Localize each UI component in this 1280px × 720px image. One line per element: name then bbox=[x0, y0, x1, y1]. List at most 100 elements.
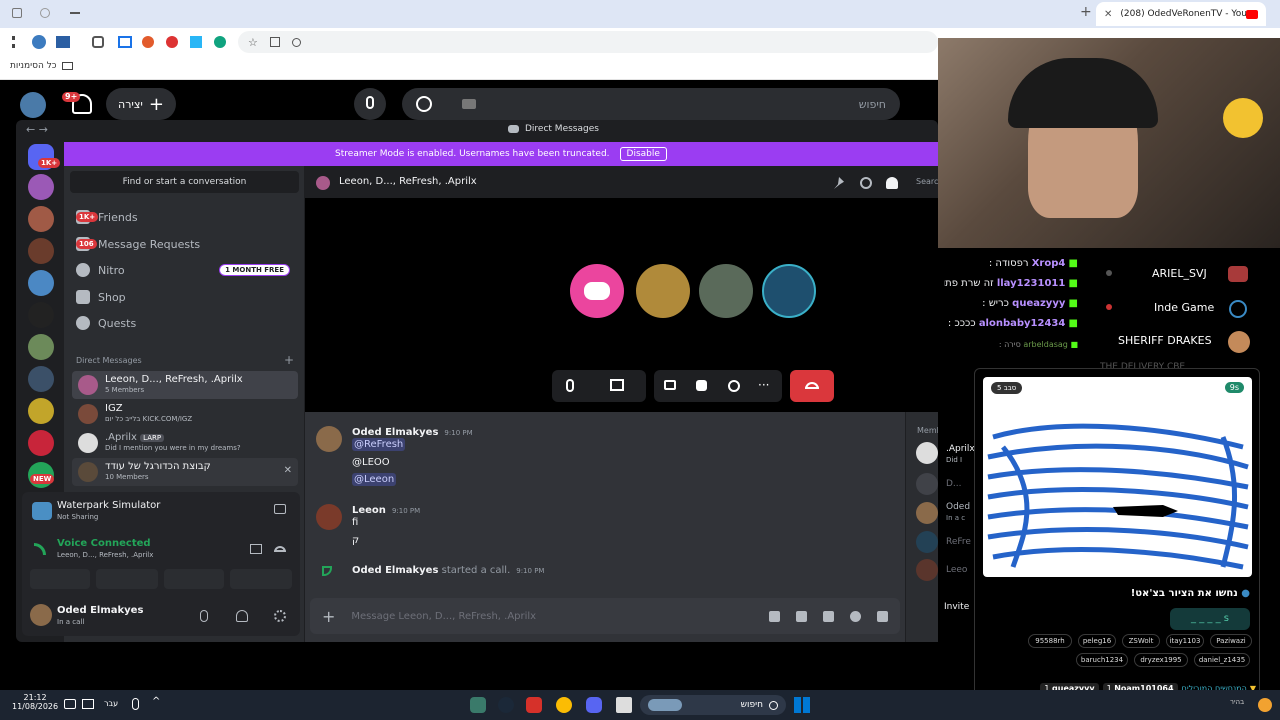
message-avatar[interactable] bbox=[316, 426, 342, 452]
share-screen-button[interactable] bbox=[96, 569, 158, 589]
guild-icon[interactable] bbox=[28, 334, 54, 360]
gift-icon[interactable] bbox=[769, 610, 780, 622]
mention[interactable]: @ReFresh bbox=[352, 438, 406, 451]
soundboard-icon[interactable] bbox=[728, 380, 740, 392]
member-avatar[interactable] bbox=[916, 442, 938, 464]
participant-avatar[interactable] bbox=[636, 264, 690, 318]
member-avatar[interactable] bbox=[916, 473, 938, 495]
minimize-icon[interactable] bbox=[70, 12, 80, 14]
screen-share-icon[interactable] bbox=[274, 504, 286, 514]
participant-avatar[interactable] bbox=[570, 264, 624, 318]
member-name[interactable]: ReFre bbox=[946, 537, 974, 547]
keyboard-icon[interactable] bbox=[462, 99, 476, 109]
language-indicator[interactable]: עבר bbox=[104, 699, 118, 708]
member-name[interactable]: Leeo bbox=[946, 565, 974, 575]
nav-shop[interactable]: Shop bbox=[76, 285, 296, 309]
new-tab-icon[interactable]: + bbox=[1080, 4, 1092, 20]
guild-icon[interactable] bbox=[28, 206, 54, 232]
settings-gear-icon[interactable] bbox=[274, 610, 286, 622]
mic-control[interactable] bbox=[552, 370, 646, 402]
dm-row[interactable]: קבוצת הכדורגל של עודד 10 Members ✕ bbox=[72, 458, 298, 486]
extensions-icon[interactable] bbox=[92, 36, 104, 48]
message-composer[interactable]: + Message Leeon, D..., ReFresh, .Aprilx bbox=[310, 598, 900, 634]
chatgpt-icon[interactable] bbox=[214, 36, 226, 48]
windows-start-icon[interactable] bbox=[794, 697, 810, 713]
apps-icon[interactable] bbox=[877, 610, 888, 622]
guild-icon[interactable] bbox=[28, 270, 54, 296]
camera-off-button[interactable] bbox=[30, 569, 90, 589]
cast-icon[interactable] bbox=[269, 37, 280, 47]
extension-icon[interactable] bbox=[166, 36, 178, 48]
tab-youtube[interactable]: ✕ (208) OdedVeRonenTV - YouTube bbox=[1096, 2, 1266, 26]
chrome-icon[interactable] bbox=[556, 697, 572, 713]
disconnect-icon[interactable] bbox=[274, 546, 286, 552]
gif-icon[interactable] bbox=[796, 610, 807, 622]
member-name[interactable]: D... bbox=[946, 479, 974, 489]
participant-avatar[interactable] bbox=[699, 264, 753, 318]
guild-icon[interactable] bbox=[28, 430, 54, 456]
message-author[interactable]: Leeon bbox=[352, 505, 386, 516]
mic-tray-icon[interactable] bbox=[132, 698, 139, 710]
chevron-up-icon[interactable]: ^ bbox=[152, 696, 160, 707]
nav-nitro[interactable]: Nitro 1 MONTH FREE bbox=[76, 258, 296, 282]
voice-channel-name[interactable]: Leeon, D..., ReFresh, .Aprilx bbox=[57, 551, 153, 559]
dm-row[interactable]: Leeon, D..., ReFresh, .Aprilx 5 Members bbox=[72, 371, 298, 399]
participant-avatar[interactable] bbox=[762, 264, 816, 318]
member-name[interactable]: .Aprilx bbox=[946, 444, 974, 454]
user-name[interactable]: Oded Elmakyes bbox=[57, 605, 143, 616]
volume-icon[interactable] bbox=[64, 699, 76, 709]
extension-icon[interactable] bbox=[190, 36, 202, 48]
headphones-icon[interactable] bbox=[236, 610, 248, 622]
mic-button[interactable] bbox=[354, 88, 386, 120]
member-avatar[interactable] bbox=[916, 502, 938, 524]
dm-row[interactable]: IGZ בלייב כל יום KICK.COM/IGZ bbox=[72, 400, 298, 428]
system-author[interactable]: Oded Elmakyes bbox=[352, 565, 438, 576]
more-icon[interactable]: ··· bbox=[758, 378, 769, 392]
close-tab-icon[interactable]: ✕ bbox=[1104, 9, 1112, 20]
nav-friends[interactable]: Friends 1K+ bbox=[76, 205, 296, 229]
guild-icon[interactable] bbox=[28, 174, 54, 200]
mute-icon[interactable] bbox=[200, 610, 208, 622]
nav-quests[interactable]: Quests bbox=[76, 311, 296, 335]
member-list-icon[interactable] bbox=[886, 177, 898, 189]
network-icon[interactable] bbox=[82, 699, 94, 709]
menu-icon[interactable] bbox=[12, 36, 15, 48]
guild-icon[interactable] bbox=[28, 366, 54, 392]
nav-message-requests[interactable]: Message Requests 106 bbox=[76, 232, 296, 256]
tab-search-icon[interactable] bbox=[12, 8, 22, 18]
app-icon[interactable] bbox=[470, 697, 486, 713]
attach-plus-icon[interactable]: + bbox=[322, 607, 335, 626]
disable-button[interactable]: Disable bbox=[619, 147, 667, 161]
zoom-icon[interactable] bbox=[291, 37, 301, 47]
sticker-icon[interactable] bbox=[823, 610, 834, 622]
activities-icon[interactable] bbox=[696, 380, 707, 391]
all-bookmarks[interactable]: כל הסימניות bbox=[10, 61, 73, 71]
app-icon[interactable] bbox=[526, 697, 542, 713]
weather-icon[interactable] bbox=[1258, 698, 1272, 712]
add-dm-icon[interactable]: + bbox=[284, 354, 294, 366]
steam-icon[interactable] bbox=[498, 697, 514, 713]
bookmark-star-icon[interactable]: ☆ bbox=[248, 36, 258, 49]
invite-button[interactable]: Invite to Group DM bbox=[944, 600, 972, 614]
mention[interactable]: @Leeon bbox=[352, 473, 397, 486]
soundboard-button[interactable] bbox=[230, 569, 292, 589]
guild-icon[interactable] bbox=[28, 398, 54, 424]
member-avatar[interactable] bbox=[916, 531, 938, 553]
find-conversation-button[interactable]: Find or start a conversation bbox=[70, 171, 299, 193]
profile-avatar[interactable] bbox=[20, 92, 46, 118]
member-avatar[interactable] bbox=[916, 559, 938, 581]
extension-icon[interactable] bbox=[32, 35, 46, 49]
search-bar[interactable]: חיפוש bbox=[402, 88, 900, 120]
discord-icon[interactable] bbox=[586, 697, 602, 713]
explorer-icon[interactable] bbox=[616, 697, 632, 713]
create-button[interactable]: יצירה + bbox=[106, 88, 176, 120]
guild-icon[interactable] bbox=[28, 238, 54, 264]
clock[interactable]: 21:12 11/08/2026 bbox=[12, 693, 58, 711]
extension-icon[interactable] bbox=[56, 36, 70, 48]
extension-icon[interactable] bbox=[142, 36, 154, 48]
extension-icon[interactable] bbox=[118, 36, 132, 48]
member-name[interactable]: Oded bbox=[946, 502, 974, 512]
message-avatar[interactable] bbox=[316, 504, 342, 530]
screen-share-icon[interactable] bbox=[664, 380, 676, 390]
message-author[interactable]: Oded Elmakyes bbox=[352, 427, 438, 438]
